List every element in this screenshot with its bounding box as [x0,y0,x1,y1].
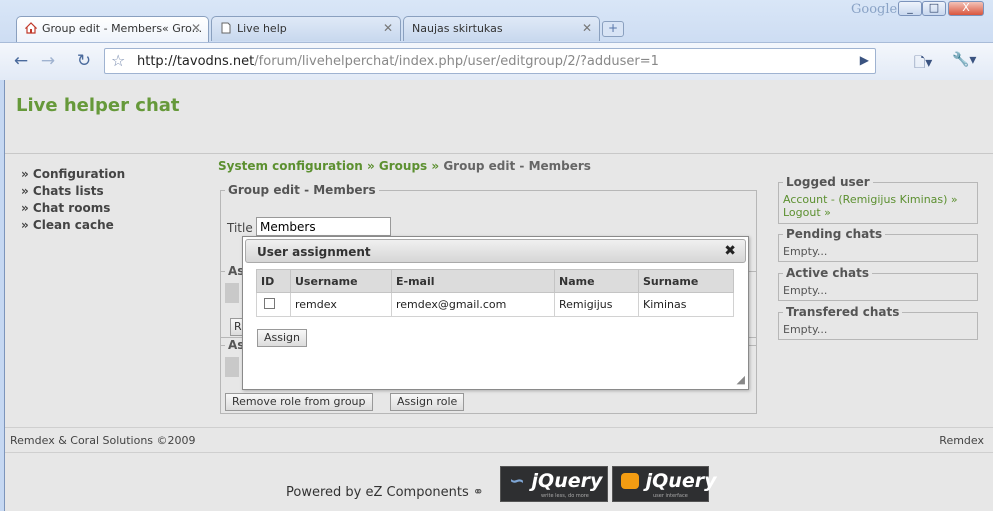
breadcrumb: System configuration » Groups » Group ed… [218,159,591,173]
column-header-username: Username [290,269,392,293]
transfered-chats-empty: Empty... [783,323,828,336]
table-row: remdex remdex@gmail.com Remigijus Kimina… [256,292,734,317]
title-input[interactable] [256,217,391,236]
pending-chats-title: Pending chats [786,227,883,241]
breadcrumb-current: Group edit - Members [443,159,591,173]
tab-label: Live help [237,22,287,35]
dialog-title: User assignment [257,245,371,259]
jquery-ui-badge[interactable]: jQuery user interface [612,466,716,502]
close-icon[interactable]: ✕ [582,21,592,35]
tab-live-help[interactable]: Live help ✕ [211,16,401,41]
page-menu-icon[interactable]: 🗋▾ [914,52,932,76]
dialog-titlebar[interactable]: User assignment ✖ [245,239,746,263]
cell-email: remdex@gmail.com [391,292,555,317]
assign-role-button[interactable]: Assign role [390,393,465,411]
tab-label: Group edit - Members« Gro... [42,22,203,35]
left-navigation: » Configuration » Chats lists » Chat roo… [21,166,125,234]
nav-item-chats-lists[interactable]: » Chats lists [21,183,125,200]
active-chats-title: Active chats [786,266,870,280]
nav-item-configuration[interactable]: » Configuration [21,166,125,183]
jquery-badge-label: jQuery [531,470,603,492]
breadcrumb-separator: » [431,159,440,173]
footer-right-text: Remdex [939,434,984,447]
jquery-ui-badge-label: jQuery [645,470,717,492]
title-label: Title [227,221,253,235]
close-window-button[interactable]: X [948,1,984,16]
tab-new[interactable]: Naujas skirtukas ✕ [403,16,600,41]
address-bar[interactable]: ☆ http://tavodns.net/forum/livehelpercha… [104,48,876,74]
logged-user-title: Logged user [786,175,870,189]
close-icon[interactable]: ✕ [383,21,393,35]
jquery-ui-icon [621,473,639,489]
resize-grip-icon[interactable]: ◢ [737,373,745,386]
site-title: Live helper chat [16,95,180,116]
maximize-button[interactable]: □ [922,1,946,16]
breadcrumb-groups[interactable]: Groups [379,159,427,173]
breadcrumb-separator: » [366,159,375,173]
transfered-chats-title: Transfered chats [786,305,900,319]
cell-surname: Kiminas [638,292,734,317]
home-icon [24,22,38,34]
footer-copyright: Remdex & Coral Solutions ©2009 [10,434,196,447]
table-header-row: ID Username E-mail Name Surname [256,269,734,293]
browser-toolbar: ← → ↻ ☆ http://tavodns.net/forum/livehel… [0,42,993,80]
cell-username: remdex [290,292,392,317]
jquery-swirl-icon: ∽ [509,470,525,492]
star-icon[interactable]: ☆ [111,51,125,70]
row-checkbox[interactable] [264,298,275,309]
page-content: Live helper chat » Configuration » Chats… [4,80,993,511]
header-divider [5,153,993,154]
new-tab-button[interactable]: + [602,21,624,37]
close-icon[interactable]: ✖ [724,243,736,259]
jquery-badge-tagline: write less, do more [541,493,589,499]
nav-item-chat-rooms[interactable]: » Chat rooms [21,200,125,217]
breadcrumb-system-configuration[interactable]: System configuration [218,159,363,173]
column-header-name: Name [554,269,639,293]
remove-role-button[interactable]: Remove role from group [225,393,373,411]
google-brand: Google [851,2,898,17]
back-icon[interactable]: ← [9,50,33,72]
url-text[interactable]: http://tavodns.net/forum/livehelperchat/… [137,54,659,69]
ez-components-icon: ⚭ [472,485,484,500]
group-edit-legend: Group edit - Members [228,183,376,197]
user-assignment-dialog: User assignment ✖ ID Username E-mail Nam… [242,236,749,390]
users-table: ID Username E-mail Name Surname remdex r… [256,269,734,317]
column-header-surname: Surname [638,269,734,293]
wrench-icon[interactable]: 🔧▾ [952,52,976,68]
column-header-email: E-mail [391,269,555,293]
tab-label: Naujas skirtukas [412,22,503,35]
page-icon [220,22,232,34]
account-link[interactable]: Account - (Remigijus Kiminas) » [783,193,958,206]
column-header-id: ID [256,269,291,293]
pending-chats-empty: Empty... [783,245,828,258]
jquery-badge[interactable]: ∽ jQuery write less, do more [500,466,608,502]
footer-bar: Remdex & Coral Solutions ©2009 Remdex [5,427,993,453]
logout-link[interactable]: Logout » [783,206,831,219]
powered-by[interactable]: Powered by eZ Components ⚭ [286,485,484,500]
tab-group-edit[interactable]: Group edit - Members« Gro... ✕ [16,16,209,42]
assigned-roles-table-stub [225,357,239,377]
close-icon[interactable]: ✕ [191,21,201,35]
reload-icon[interactable]: ↻ [72,50,96,72]
assign-button[interactable]: Assign [257,329,307,347]
active-chats-empty: Empty... [783,284,828,297]
row-select-cell [256,292,291,317]
go-icon[interactable]: ▶ [860,53,869,67]
minimize-button[interactable]: _ [898,1,922,16]
nav-item-clean-cache[interactable]: » Clean cache [21,217,125,234]
powered-by-text: Powered by eZ Components [286,485,469,500]
jquery-ui-badge-tagline: user interface [653,493,688,499]
browser-chrome: Group edit - Members« Gro... ✕ Live help… [0,0,993,80]
assigned-users-table-stub [225,283,239,303]
forward-icon[interactable]: → [36,50,60,72]
cell-name: Remigijus [554,292,639,317]
